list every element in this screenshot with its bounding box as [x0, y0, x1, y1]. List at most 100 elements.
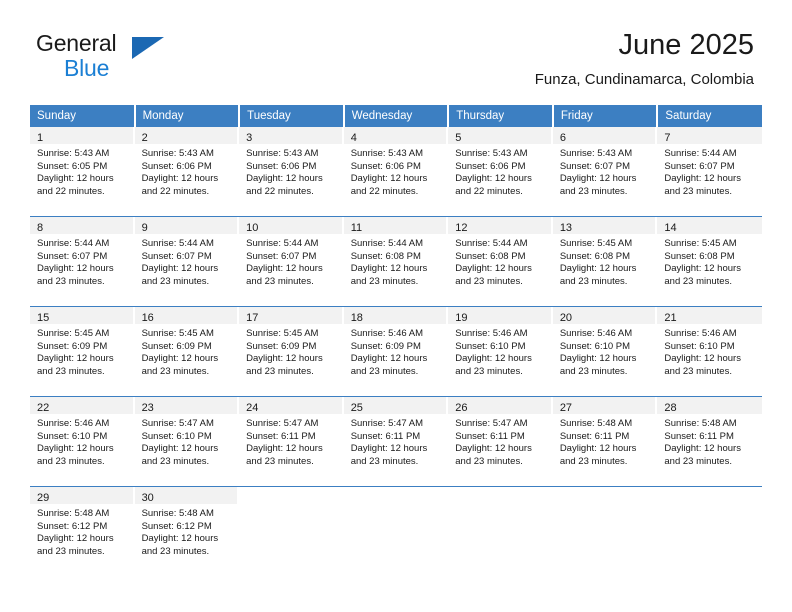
calendar-page: General Blue June 2025 Funza, Cundinamar…	[0, 0, 792, 612]
sunset-text: Sunset: 6:09 PM	[350, 340, 421, 352]
calendar-day-cell[interactable]: 1 Sunrise: 5:43 AM Sunset: 6:05 PM Dayli…	[30, 127, 135, 217]
calendar-day-cell[interactable]: 19 Sunrise: 5:46 AM Sunset: 6:10 PM Dayl…	[448, 306, 553, 397]
sunset-text: Sunset: 6:12 PM	[37, 520, 108, 532]
daylight-text-line1: Daylight: 12 hours	[455, 443, 532, 455]
sunset-text: Sunset: 6:06 PM	[246, 160, 317, 172]
calendar-day-cell[interactable]: 18 Sunrise: 5:46 AM Sunset: 6:09 PM Dayl…	[343, 306, 449, 397]
calendar-day-cell[interactable]: 28 Sunrise: 5:48 AM Sunset: 6:11 PM Dayl…	[657, 396, 762, 487]
sunrise-text: Sunrise: 5:46 AM	[559, 328, 633, 339]
calendar-week-row: 15 Sunrise: 5:45 AM Sunset: 6:09 PM Dayl…	[30, 306, 762, 397]
daylight-text-line1: Daylight: 12 hours	[141, 263, 219, 275]
daylight-text-line2: and 23 minutes.	[37, 455, 105, 467]
calendar-day-cell[interactable]: 15 Sunrise: 5:45 AM Sunset: 6:09 PM Dayl…	[30, 306, 135, 397]
daylight-text-line1: Daylight: 12 hours	[141, 533, 219, 545]
daylight-text-line1: Daylight: 12 hours	[246, 353, 323, 365]
sunrise-text: Sunrise: 5:46 AM	[350, 328, 424, 339]
day-number: 26	[455, 402, 468, 414]
day-number: 29	[37, 492, 50, 504]
calendar-day-cell[interactable]: 27 Sunrise: 5:48 AM Sunset: 6:11 PM Dayl…	[552, 396, 658, 487]
weekday-header-friday: Friday	[552, 105, 659, 127]
calendar-day-cell[interactable]: 2 Sunrise: 5:43 AM Sunset: 6:06 PM Dayli…	[134, 127, 240, 217]
daylight-text-line1: Daylight: 12 hours	[664, 443, 741, 455]
calendar-day-cell[interactable]: 10 Sunrise: 5:44 AM Sunset: 6:07 PM Dayl…	[239, 216, 344, 307]
sunrise-text: Sunrise: 5:47 AM	[141, 418, 214, 429]
logo-text-blue: Blue	[64, 55, 110, 81]
calendar-day-cell[interactable]: 20 Sunrise: 5:46 AM Sunset: 6:10 PM Dayl…	[552, 306, 658, 397]
day-number: 5	[455, 132, 462, 144]
day-number: 30	[141, 492, 154, 504]
calendar-header-row-group: Sunday Monday Tuesday Wednesday Thursday…	[30, 105, 762, 127]
sunset-text: Sunset: 6:09 PM	[37, 340, 108, 352]
sunset-text: Sunset: 6:11 PM	[246, 430, 316, 442]
sunrise-text: Sunrise: 5:46 AM	[664, 328, 737, 339]
calendar-day-cell[interactable]: 9 Sunrise: 5:44 AM Sunset: 6:07 PM Dayli…	[134, 216, 240, 307]
calendar-day-cell[interactable]: 25 Sunrise: 5:47 AM Sunset: 6:11 PM Dayl…	[343, 396, 449, 487]
calendar-day-cell[interactable]: 12 Sunrise: 5:44 AM Sunset: 6:08 PM Dayl…	[448, 216, 553, 307]
sunset-text: Sunset: 6:10 PM	[141, 430, 212, 442]
calendar-day-cell[interactable]: 6 Sunrise: 5:43 AM Sunset: 6:07 PM Dayli…	[552, 127, 658, 217]
calendar-day-cell-empty	[657, 486, 762, 576]
calendar-day-cell[interactable]: 16 Sunrise: 5:45 AM Sunset: 6:09 PM Dayl…	[134, 306, 240, 397]
sunrise-text: Sunrise: 5:44 AM	[37, 238, 110, 249]
daylight-text-line2: and 23 minutes.	[559, 365, 628, 377]
daylight-text-line1: Daylight: 12 hours	[664, 353, 741, 365]
calendar-day-cell[interactable]: 29 Sunrise: 5:48 AM Sunset: 6:12 PM Dayl…	[30, 486, 135, 576]
daylight-text-line2: and 23 minutes.	[559, 185, 628, 197]
daylight-text-line1: Daylight: 12 hours	[350, 263, 428, 275]
daylight-text-line1: Daylight: 12 hours	[246, 443, 323, 455]
sunrise-text: Sunrise: 5:48 AM	[559, 418, 633, 429]
calendar-day-cell[interactable]: 14 Sunrise: 5:45 AM Sunset: 6:08 PM Dayl…	[657, 216, 762, 307]
calendar-day-cell[interactable]: 8 Sunrise: 5:44 AM Sunset: 6:07 PM Dayli…	[30, 216, 135, 307]
calendar-day-cell[interactable]: 24 Sunrise: 5:47 AM Sunset: 6:11 PM Dayl…	[239, 396, 344, 487]
sunset-text: Sunset: 6:10 PM	[37, 430, 108, 442]
daylight-text-line2: and 23 minutes.	[37, 365, 105, 377]
day-number: 20	[559, 312, 573, 324]
sunset-text: Sunset: 6:07 PM	[664, 160, 735, 172]
day-number: 28	[664, 402, 677, 414]
daylight-text-line2: and 23 minutes.	[350, 365, 419, 377]
sunset-text: Sunset: 6:07 PM	[37, 250, 108, 262]
day-number: 7	[664, 132, 671, 144]
calendar-day-cell[interactable]: 4 Sunrise: 5:43 AM Sunset: 6:06 PM Dayli…	[343, 127, 449, 217]
calendar-day-cell[interactable]: 17 Sunrise: 5:45 AM Sunset: 6:09 PM Dayl…	[239, 306, 344, 397]
day-number: 16	[141, 312, 154, 324]
calendar-day-cell[interactable]: 30 Sunrise: 5:48 AM Sunset: 6:12 PM Dayl…	[134, 486, 240, 576]
calendar-day-cell[interactable]: 26 Sunrise: 5:47 AM Sunset: 6:11 PM Dayl…	[448, 396, 553, 487]
daylight-text-line1: Daylight: 12 hours	[37, 533, 114, 545]
logo-text-general: General	[36, 30, 117, 56]
calendar-day-cell[interactable]: 23 Sunrise: 5:47 AM Sunset: 6:10 PM Dayl…	[134, 396, 240, 487]
daylight-text-line1: Daylight: 12 hours	[559, 263, 637, 275]
daylight-text-line2: and 23 minutes.	[455, 365, 523, 377]
daylight-text-line2: and 23 minutes.	[246, 455, 314, 467]
sunrise-text: Sunrise: 5:45 AM	[246, 328, 319, 339]
day-number: 13	[559, 222, 573, 234]
daylight-text-line1: Daylight: 12 hours	[664, 173, 741, 185]
sunrise-text: Sunrise: 5:44 AM	[350, 238, 424, 249]
sunrise-text: Sunrise: 5:48 AM	[664, 418, 737, 429]
daylight-text-line1: Daylight: 12 hours	[455, 353, 532, 365]
calendar-day-cell[interactable]: 11 Sunrise: 5:44 AM Sunset: 6:08 PM Dayl…	[343, 216, 449, 307]
daylight-text-line2: and 23 minutes.	[559, 275, 628, 287]
sunset-text: Sunset: 6:07 PM	[559, 160, 631, 172]
calendar-day-cell[interactable]: 3 Sunrise: 5:43 AM Sunset: 6:06 PM Dayli…	[239, 127, 344, 217]
daylight-text-line2: and 23 minutes.	[141, 455, 210, 467]
sunrise-text: Sunrise: 5:43 AM	[455, 148, 528, 159]
calendar-body: 1 Sunrise: 5:43 AM Sunset: 6:05 PM Dayli…	[30, 127, 762, 576]
day-number: 8	[37, 222, 44, 234]
sunset-text: Sunset: 6:07 PM	[141, 250, 212, 262]
sunrise-text: Sunrise: 5:44 AM	[455, 238, 528, 249]
weekday-header-tuesday: Tuesday	[239, 105, 345, 127]
daylight-text-line1: Daylight: 12 hours	[246, 173, 323, 185]
calendar-day-cell[interactable]: 5 Sunrise: 5:43 AM Sunset: 6:06 PM Dayli…	[448, 127, 553, 217]
calendar-day-cell[interactable]: 22 Sunrise: 5:46 AM Sunset: 6:10 PM Dayl…	[30, 396, 135, 487]
calendar-day-cell[interactable]: 7 Sunrise: 5:44 AM Sunset: 6:07 PM Dayli…	[657, 127, 762, 217]
calendar-day-cell[interactable]: 21 Sunrise: 5:46 AM Sunset: 6:10 PM Dayl…	[657, 306, 762, 397]
calendar-day-cell[interactable]: 13 Sunrise: 5:45 AM Sunset: 6:08 PM Dayl…	[552, 216, 658, 307]
day-number: 10	[246, 222, 259, 234]
page-header: General Blue June 2025 Funza, Cundinamar…	[0, 0, 792, 100]
calendar-table: Sunday Monday Tuesday Wednesday Thursday…	[30, 105, 762, 576]
day-number: 27	[559, 402, 573, 414]
sunset-text: Sunset: 6:11 PM	[664, 430, 734, 442]
sunset-text: Sunset: 6:11 PM	[559, 430, 630, 442]
weekday-header-row: Sunday Monday Tuesday Wednesday Thursday…	[30, 105, 762, 127]
